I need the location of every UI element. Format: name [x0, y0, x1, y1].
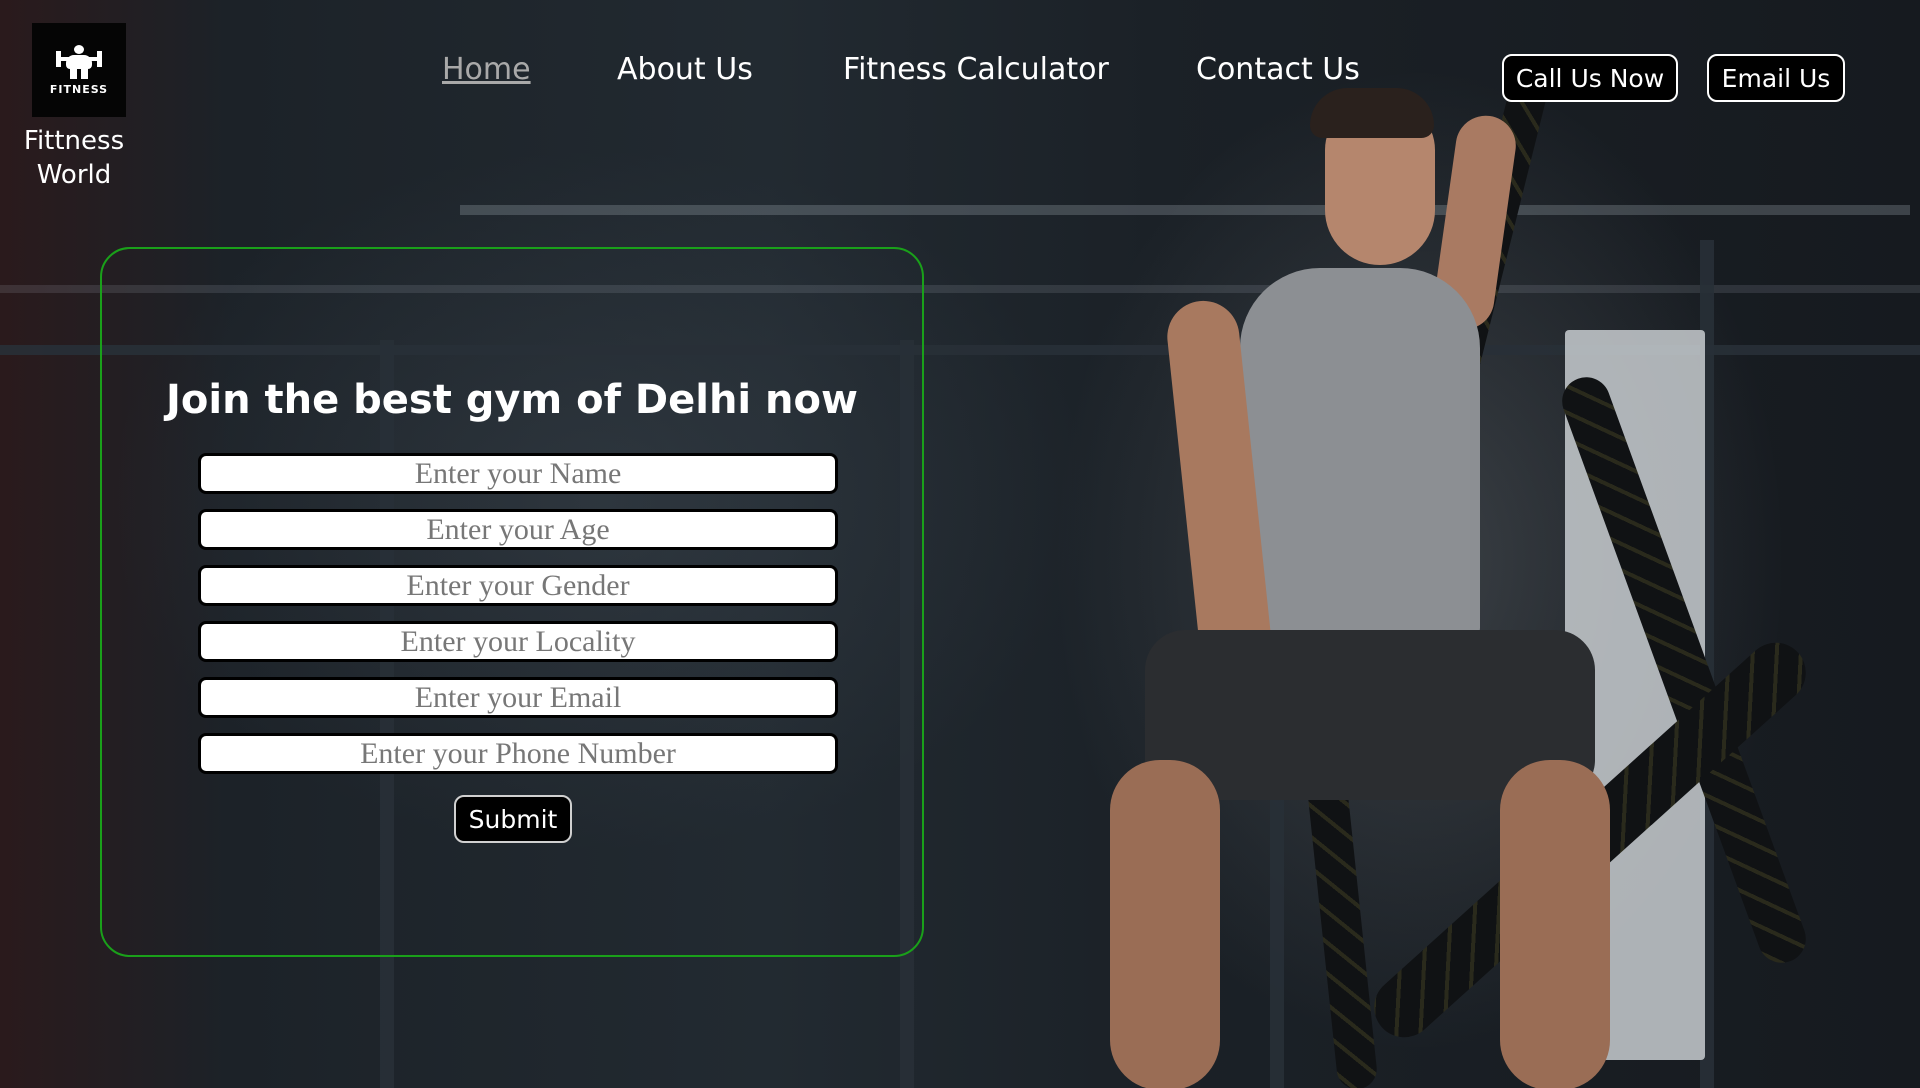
submit-button[interactable]: Submit — [454, 795, 572, 843]
nav-about-us[interactable]: About Us — [617, 52, 753, 87]
logo[interactable]: FITNESS — [32, 23, 126, 117]
age-field[interactable]: Enter your Age — [198, 509, 838, 550]
nav-home[interactable]: Home — [442, 52, 531, 87]
gender-field[interactable]: Enter your Gender — [198, 565, 838, 606]
name-field[interactable]: Enter your Name — [198, 453, 838, 494]
join-form: Join the best gym of Delhi now Enter you… — [100, 247, 924, 957]
email-us-button[interactable]: Email Us — [1707, 54, 1845, 102]
form-title: Join the best gym of Delhi now — [166, 377, 858, 423]
phone-number-field[interactable]: Enter your Phone Number — [198, 733, 838, 774]
bodybuilder-icon — [56, 44, 102, 79]
brand-name-line2: World — [36, 160, 112, 190]
nav-contact-us[interactable]: Contact Us — [1196, 52, 1360, 87]
locality-field[interactable]: Enter your Locality — [198, 621, 838, 662]
email-field[interactable]: Enter your Email — [198, 677, 838, 718]
logo-text: FITNESS — [49, 82, 109, 96]
brand-name-line1: Fittness — [23, 126, 125, 156]
brand-name: Fittness World — [14, 124, 134, 192]
nav-fitness-calculator[interactable]: Fitness Calculator — [843, 52, 1109, 87]
call-us-now-button[interactable]: Call Us Now — [1502, 54, 1678, 102]
